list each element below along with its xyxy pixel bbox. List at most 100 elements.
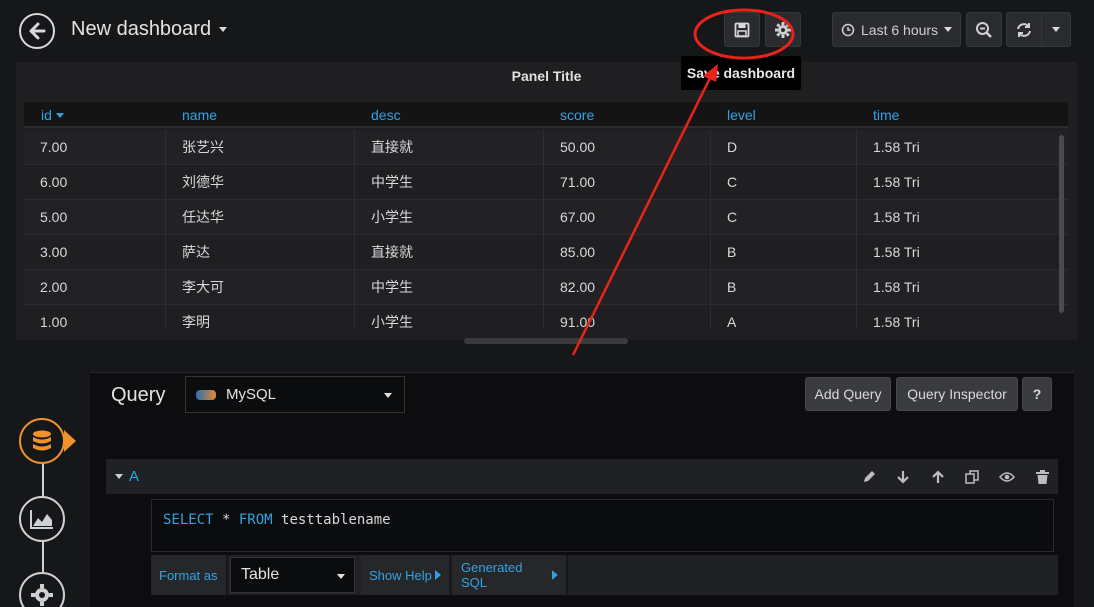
- table-cell-id: 6.00: [40, 174, 68, 190]
- table-cell-id: 7.00: [40, 139, 68, 155]
- sql-text: testtablename: [272, 512, 391, 528]
- table-cell-desc: 小学生: [354, 200, 413, 235]
- edit-query-button[interactable]: [860, 468, 878, 486]
- database-icon: [33, 430, 51, 451]
- zoom-out-icon: [976, 21, 992, 38]
- table-cell-name: 刘德华: [165, 165, 224, 200]
- chevron-down-icon: [219, 27, 228, 32]
- sql-text: *: [213, 512, 239, 528]
- table-row: 3.00 萨达 直接就 85.00 B 1.58 Tri: [24, 235, 1068, 270]
- save-icon: [734, 22, 750, 37]
- rail-connector: [42, 542, 44, 572]
- table-cell-time: 1.58 Tri: [856, 270, 920, 305]
- table-cell-desc: 直接就: [354, 130, 413, 165]
- queries-tab[interactable]: [19, 418, 65, 464]
- format-as-label: Format as: [151, 555, 228, 595]
- caret-right-icon: [552, 570, 558, 580]
- chevron-down-icon: [115, 474, 123, 479]
- table-cell-level: C: [710, 200, 737, 235]
- table-cell-name: 任达华: [165, 200, 224, 235]
- area-chart-icon: [30, 510, 53, 529]
- table-cell-level: C: [710, 165, 737, 200]
- chevron-down-icon: [1052, 27, 1060, 32]
- chevron-down-icon: [384, 393, 392, 398]
- table-cell-score: 71.00: [543, 165, 595, 200]
- table-cell-score: 50.00: [543, 130, 595, 165]
- table-cell-time: 1.58 Tri: [856, 130, 920, 165]
- table-cell-score: 85.00: [543, 235, 595, 270]
- general-tab[interactable]: [19, 572, 65, 607]
- remove-query-button[interactable]: [1033, 468, 1051, 486]
- query-row-toggle[interactable]: A: [115, 468, 139, 485]
- generated-sql-label: Generated SQL: [461, 560, 523, 590]
- save-dashboard-tooltip: Save dashboard: [681, 56, 801, 90]
- caret-right-icon: [434, 570, 441, 580]
- save-dashboard-button[interactable]: [724, 12, 760, 47]
- visualization-tab[interactable]: [19, 496, 65, 542]
- table-row: 7.00 张艺兴 直接就 50.00 D 1.58 Tri: [24, 130, 1068, 165]
- toggle-visibility-button[interactable]: [998, 468, 1016, 486]
- table-cell-desc: 中学生: [354, 165, 413, 200]
- pencil-icon: [864, 471, 875, 482]
- refresh-interval-dropdown[interactable]: [1041, 12, 1071, 47]
- table-cell-name: 李明: [165, 305, 210, 328]
- sql-keyword-select: SELECT: [163, 512, 214, 528]
- table-row: 2.00 李大可 中学生 82.00 B 1.58 Tri: [24, 270, 1068, 305]
- move-up-button[interactable]: [929, 468, 947, 486]
- generated-sql-button[interactable]: Generated SQL: [453, 555, 568, 595]
- column-header-desc[interactable]: desc: [371, 107, 401, 123]
- table-header: id name desc score level time: [24, 102, 1068, 128]
- column-header-time[interactable]: time: [873, 107, 899, 123]
- column-header-score[interactable]: score: [560, 107, 594, 123]
- column-header-level[interactable]: level: [727, 107, 756, 123]
- zoom-out-button[interactable]: [966, 12, 1002, 47]
- copy-icon: [965, 470, 979, 484]
- query-row-header[interactable]: [106, 459, 1058, 494]
- trash-icon: [1035, 470, 1049, 484]
- query-ref-id: A: [129, 468, 140, 485]
- duplicate-query-button[interactable]: [963, 468, 981, 486]
- back-button[interactable]: [19, 13, 55, 49]
- table-cell-score: 91.00: [543, 305, 595, 328]
- table-row: 1.00 李明 小学生 91.00 A 1.58 Tri: [24, 305, 1068, 328]
- table-cell-desc: 小学生: [354, 305, 413, 328]
- datasource-value: MySQL: [226, 386, 277, 403]
- table-cell-id: 5.00: [40, 209, 68, 225]
- datasource-select[interactable]: MySQL: [185, 376, 405, 413]
- settings-button[interactable]: [765, 12, 801, 47]
- query-inspector-button[interactable]: Query Inspector: [896, 377, 1018, 411]
- table-cell-level: D: [710, 130, 737, 165]
- table-cell-id: 2.00: [40, 279, 68, 295]
- chevron-down-icon: [337, 574, 345, 579]
- table-panel: Panel Title id name desc score level tim…: [16, 62, 1077, 340]
- column-header-label: id: [41, 107, 52, 123]
- arrow-left-icon: [29, 22, 46, 40]
- show-help-label: Show Help: [369, 567, 432, 583]
- sql-editor[interactable]: SELECT * FROM testtablename: [151, 499, 1054, 552]
- move-down-button[interactable]: [894, 468, 912, 486]
- table-cell-id: 1.00: [40, 314, 68, 328]
- table-cell-desc: 中学生: [354, 270, 413, 305]
- add-query-button[interactable]: Add Query: [805, 377, 891, 411]
- column-header-name[interactable]: name: [182, 107, 217, 123]
- format-as-select[interactable]: Table: [230, 557, 355, 593]
- table-cell-name: 李大可: [165, 270, 224, 305]
- format-as-value: Table: [241, 566, 280, 583]
- gear-icon: [31, 584, 53, 606]
- column-header-id[interactable]: id: [41, 107, 64, 123]
- panel-resize-handle[interactable]: [464, 338, 628, 344]
- query-editor-title: Query: [111, 384, 166, 406]
- chevron-down-icon: [944, 27, 953, 32]
- time-range-picker[interactable]: Last 6 hours: [832, 12, 961, 47]
- help-button[interactable]: ?: [1022, 377, 1052, 411]
- panel-title[interactable]: Panel Title: [16, 68, 1077, 84]
- table-cell-name: 萨达: [165, 235, 210, 270]
- table-cell-name: 张艺兴: [165, 130, 224, 165]
- dashboard-title[interactable]: New dashboard: [71, 18, 228, 41]
- table-scrollbar[interactable]: [1059, 135, 1064, 313]
- arrow-up-icon: [932, 470, 944, 483]
- table-row: 6.00 刘德华 中学生 71.00 C 1.58 Tri: [24, 165, 1068, 200]
- refresh-button[interactable]: [1006, 12, 1042, 47]
- show-help-button[interactable]: Show Help: [361, 555, 451, 595]
- arrow-down-icon: [897, 471, 909, 484]
